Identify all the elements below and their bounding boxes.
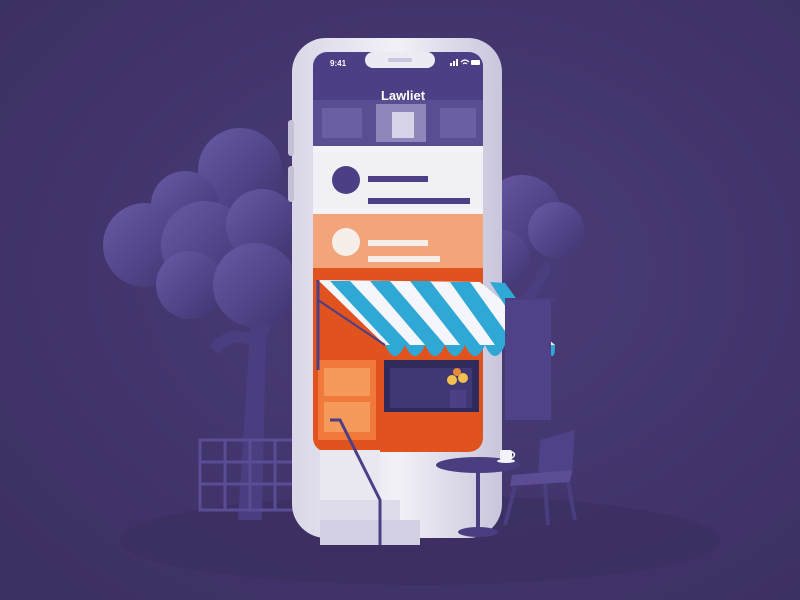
battery-icon [471,60,480,65]
card-1-line-1 [368,176,428,182]
card-2-avatar [332,228,360,256]
hanging-sign [505,298,555,420]
card-1-line-2 [368,198,470,204]
scene-illustration: 9:41 Lawliet [0,0,800,600]
app-title: Lawliet [381,88,426,103]
card-1-avatar [332,166,360,194]
card-2-line-2 [368,256,440,262]
card-2-line-1 [368,240,428,246]
status-time: 9:41 [330,59,347,68]
